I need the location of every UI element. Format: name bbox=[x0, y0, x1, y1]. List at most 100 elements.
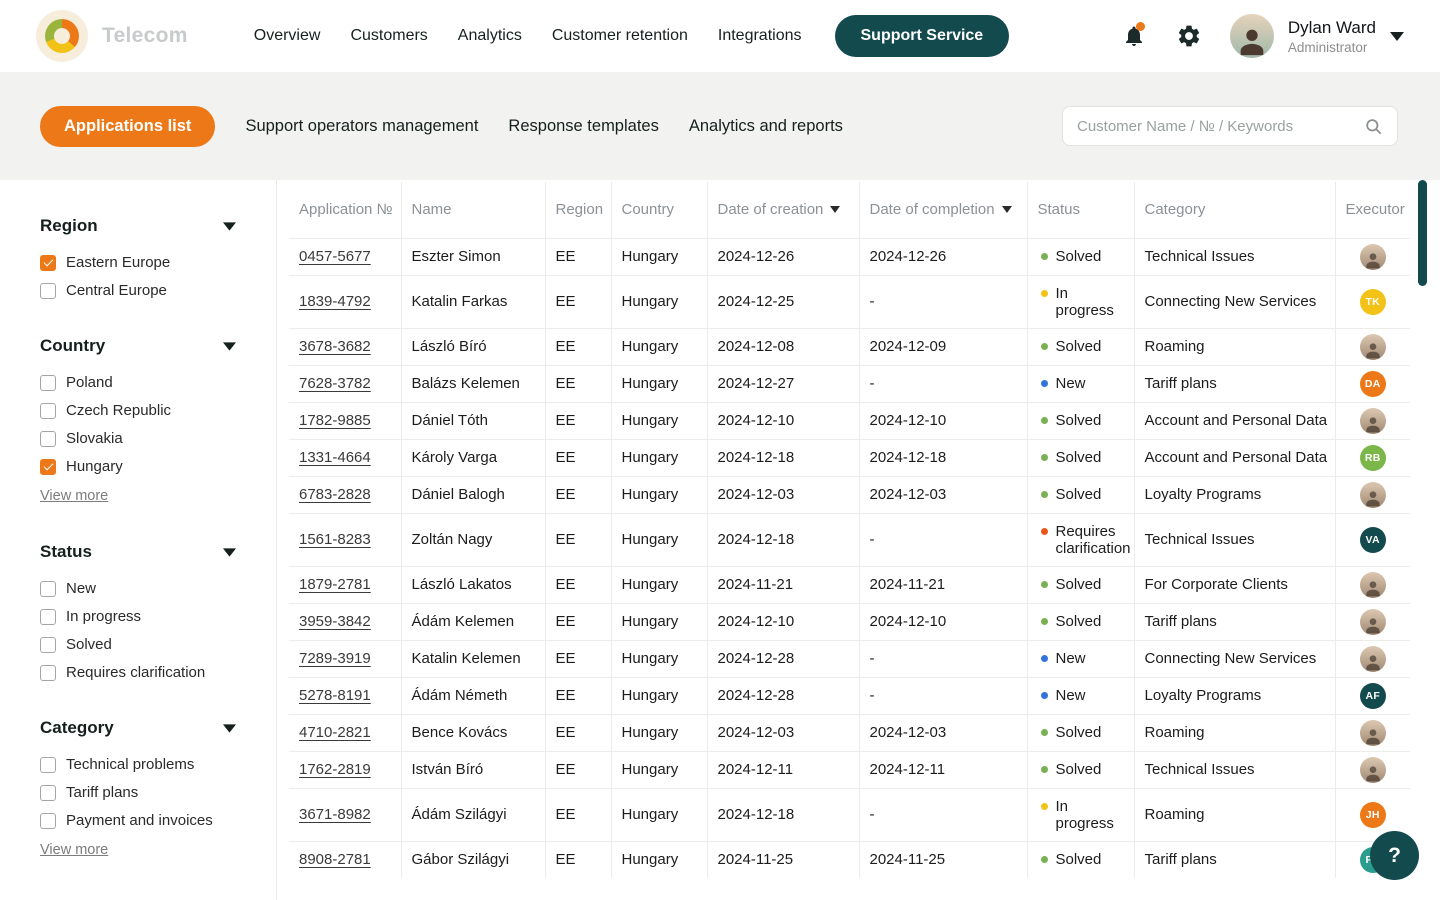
column-header[interactable]: Category bbox=[1134, 182, 1335, 238]
checkbox[interactable] bbox=[40, 785, 56, 801]
status-label: Solved bbox=[1056, 576, 1102, 593]
table-row[interactable]: 3959-3842 Ádám Kelemen EE Hungary 2024-1… bbox=[289, 603, 1410, 640]
application-link[interactable]: 1561-8283 bbox=[299, 531, 371, 548]
search-icon[interactable] bbox=[1364, 117, 1383, 136]
application-link[interactable]: 8908-2781 bbox=[299, 851, 371, 868]
status-label: Solved bbox=[1056, 613, 1102, 630]
support-service-button[interactable]: Support Service bbox=[835, 15, 1010, 57]
table-row[interactable]: 3671-8982 Ádám Szilágyi EE Hungary 2024-… bbox=[289, 788, 1410, 841]
table-row[interactable]: 3678-3682 László Bíró EE Hungary 2024-12… bbox=[289, 328, 1410, 365]
filter-option[interactable]: Hungary bbox=[40, 458, 236, 475]
column-header[interactable]: Region bbox=[545, 182, 611, 238]
table-row[interactable]: 1879-2781 László Lakatos EE Hungary 2024… bbox=[289, 566, 1410, 603]
application-link[interactable]: 1331-4664 bbox=[299, 449, 371, 466]
table-row[interactable]: 8908-2781 Gábor Szilágyi EE Hungary 2024… bbox=[289, 841, 1410, 878]
table-row[interactable]: 1762-2819 István Bíró EE Hungary 2024-12… bbox=[289, 751, 1410, 788]
application-link[interactable]: 0457-5677 bbox=[299, 248, 371, 265]
nav-item[interactable]: Customer retention bbox=[552, 27, 688, 45]
filter-option[interactable]: Tariff plans bbox=[40, 784, 236, 801]
filter-option[interactable]: Slovakia bbox=[40, 430, 236, 447]
column-header[interactable]: Country bbox=[611, 182, 707, 238]
table-row[interactable]: 1839-4792 Katalin Farkas EE Hungary 2024… bbox=[289, 275, 1410, 328]
filter-option[interactable]: Requires clarification bbox=[40, 664, 236, 681]
cell-region: EE bbox=[545, 275, 611, 328]
column-header[interactable]: Name bbox=[401, 182, 545, 238]
application-link[interactable]: 6783-2828 bbox=[299, 486, 371, 503]
filter-option-label: Czech Republic bbox=[66, 402, 171, 419]
nav-item[interactable]: Overview bbox=[254, 27, 321, 45]
nav-item[interactable]: Integrations bbox=[718, 27, 802, 45]
filter-section-header[interactable]: Status bbox=[40, 542, 236, 562]
checkbox[interactable] bbox=[40, 581, 56, 597]
application-link[interactable]: 3671-8982 bbox=[299, 806, 371, 823]
filter-option[interactable]: New bbox=[40, 580, 236, 597]
checkbox[interactable] bbox=[40, 255, 56, 271]
filter-section-header[interactable]: Country bbox=[40, 336, 236, 356]
checkbox[interactable] bbox=[40, 283, 56, 299]
application-link[interactable]: 1782-9885 bbox=[299, 412, 371, 429]
cell-category: Tariff plans bbox=[1134, 841, 1335, 878]
filter-option[interactable]: Czech Republic bbox=[40, 402, 236, 419]
application-link[interactable]: 3959-3842 bbox=[299, 613, 371, 630]
nav-item[interactable]: Customers bbox=[350, 27, 427, 45]
sort-icon[interactable] bbox=[830, 206, 840, 213]
tab[interactable]: Response templates bbox=[508, 117, 658, 136]
filter-option[interactable]: Payment and invoices bbox=[40, 812, 236, 829]
application-link[interactable]: 1879-2781 bbox=[299, 576, 371, 593]
help-button[interactable]: ? bbox=[1370, 831, 1419, 880]
checkbox[interactable] bbox=[40, 757, 56, 773]
application-link[interactable]: 7628-3782 bbox=[299, 375, 371, 392]
settings-button[interactable] bbox=[1176, 23, 1202, 49]
tab[interactable]: Support operators management bbox=[245, 117, 478, 136]
column-header[interactable]: Status bbox=[1027, 182, 1134, 238]
checkbox[interactable] bbox=[40, 609, 56, 625]
filter-section-header[interactable]: Region bbox=[40, 216, 236, 236]
checkbox[interactable] bbox=[40, 403, 56, 419]
table-row[interactable]: 7289-3919 Katalin Kelemen EE Hungary 202… bbox=[289, 640, 1410, 677]
filter-option[interactable]: In progress bbox=[40, 608, 236, 625]
application-link[interactable]: 7289-3919 bbox=[299, 650, 371, 667]
filter-option[interactable]: Solved bbox=[40, 636, 236, 653]
table-row[interactable]: 1782-9885 Dániel Tóth EE Hungary 2024-12… bbox=[289, 402, 1410, 439]
nav-item[interactable]: Analytics bbox=[458, 27, 522, 45]
application-link[interactable]: 5278-8191 bbox=[299, 687, 371, 704]
checkbox[interactable] bbox=[40, 665, 56, 681]
tab[interactable]: Applications list bbox=[40, 106, 215, 147]
filter-option[interactable]: Technical problems bbox=[40, 756, 236, 773]
checkbox[interactable] bbox=[40, 637, 56, 653]
notifications-button[interactable] bbox=[1122, 24, 1146, 48]
view-more-link[interactable]: View more bbox=[40, 488, 108, 504]
cell-status: Solved bbox=[1027, 841, 1134, 878]
sort-icon[interactable] bbox=[1002, 206, 1012, 213]
checkbox[interactable] bbox=[40, 375, 56, 391]
table-row[interactable]: 0457-5677 Eszter Simon EE Hungary 2024-1… bbox=[289, 238, 1410, 275]
filter-section-header[interactable]: Category bbox=[40, 718, 236, 738]
column-header[interactable]: Date of creation bbox=[707, 182, 859, 238]
tab[interactable]: Analytics and reports bbox=[689, 117, 843, 136]
user-menu[interactable]: Dylan Ward Administrator bbox=[1230, 14, 1404, 58]
table-row[interactable]: 1331-4664 Károly Varga EE Hungary 2024-1… bbox=[289, 439, 1410, 476]
column-header[interactable]: Executor bbox=[1335, 182, 1410, 238]
application-link[interactable]: 1762-2819 bbox=[299, 761, 371, 778]
scrollbar-thumb[interactable] bbox=[1418, 180, 1427, 286]
checkbox[interactable] bbox=[40, 431, 56, 447]
table-row[interactable]: 6783-2828 Dániel Balogh EE Hungary 2024-… bbox=[289, 476, 1410, 513]
column-header[interactable]: Date of completion bbox=[859, 182, 1027, 238]
application-link[interactable]: 1839-4792 bbox=[299, 293, 371, 310]
table-row[interactable]: 7628-3782 Balázs Kelemen EE Hungary 2024… bbox=[289, 365, 1410, 402]
search-input[interactable] bbox=[1077, 118, 1364, 135]
application-link[interactable]: 3678-3682 bbox=[299, 338, 371, 355]
cell-country: Hungary bbox=[611, 714, 707, 751]
view-more-link[interactable]: View more bbox=[40, 842, 108, 858]
filter-option[interactable]: Poland bbox=[40, 374, 236, 391]
checkbox[interactable] bbox=[40, 459, 56, 475]
column-header[interactable]: Application № bbox=[289, 182, 401, 238]
application-link[interactable]: 4710-2821 bbox=[299, 724, 371, 741]
filter-option[interactable]: Central Europe bbox=[40, 282, 236, 299]
table-row[interactable]: 1561-8283 Zoltán Nagy EE Hungary 2024-12… bbox=[289, 513, 1410, 566]
table-row[interactable]: 4710-2821 Bence Kovács EE Hungary 2024-1… bbox=[289, 714, 1410, 751]
table-row[interactable]: 5278-8191 Ádám Németh EE Hungary 2024-12… bbox=[289, 677, 1410, 714]
executor-avatar: DA bbox=[1360, 371, 1386, 397]
filter-option[interactable]: Eastern Europe bbox=[40, 254, 236, 271]
checkbox[interactable] bbox=[40, 813, 56, 829]
